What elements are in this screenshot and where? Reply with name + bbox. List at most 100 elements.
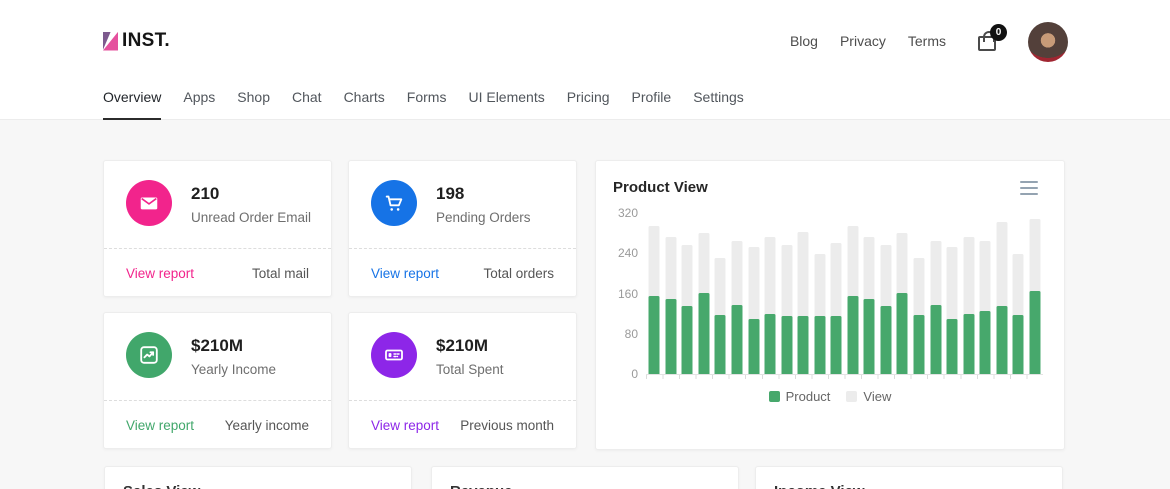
view-report-link[interactable]: View report — [126, 418, 194, 433]
nav-link-blog[interactable]: Blog — [790, 33, 818, 49]
bar-group — [795, 213, 812, 374]
stat-footer: View report Previous month — [371, 401, 554, 449]
bar-group — [1010, 213, 1027, 374]
product-bar — [1029, 290, 1041, 374]
bottom-card: Sales View — [104, 466, 412, 489]
bar-plot — [646, 213, 1043, 374]
tab-shop[interactable]: Shop — [237, 89, 270, 120]
view-report-link[interactable]: View report — [371, 266, 439, 281]
bar-group — [778, 213, 795, 374]
legend-swatch — [846, 391, 858, 402]
envelope-icon — [126, 180, 172, 226]
tab-bar: Overview Apps Shop Chat Charts Forms UI Elemen… — [103, 89, 744, 120]
view-report-link[interactable]: View report — [371, 418, 439, 433]
tab-overview[interactable]: Overview — [103, 89, 162, 120]
bar-group — [878, 213, 895, 374]
header-actions: Blog Privacy Terms 0 — [790, 22, 1068, 62]
tab-forms[interactable]: Forms — [407, 89, 447, 120]
dashboard-page: INST. Blog Privacy Terms 0 Overview Apps Sho… — [0, 0, 1170, 489]
product-bar — [979, 311, 991, 374]
product-bar — [814, 316, 826, 374]
y-axis-label: 160 — [617, 286, 638, 301]
stat-label: Unread Order Email — [191, 210, 312, 225]
bar-group — [894, 213, 911, 374]
bar-group — [828, 213, 845, 374]
product-bar — [1012, 315, 1024, 374]
stat-top: 210 Unread Order Email — [104, 161, 331, 248]
legend-item-view[interactable]: View — [846, 389, 891, 404]
bar-group — [679, 213, 696, 374]
product-bar — [648, 296, 660, 374]
hamburger-menu-icon[interactable] — [1020, 181, 1038, 195]
stat-card-pending-orders: 198 Pending Orders View report Total ord… — [348, 160, 577, 297]
product-bar — [946, 318, 958, 374]
bottom-card-title: Revenue — [450, 483, 513, 489]
stat-value: $210M — [191, 336, 243, 355]
bar-group — [1027, 213, 1044, 374]
tab-charts[interactable]: Charts — [344, 89, 385, 120]
stat-value: $210M — [436, 336, 488, 355]
cart-button[interactable]: 0 — [976, 24, 1007, 55]
bottom-card-title: Sales View — [123, 483, 200, 489]
brand-name: INST. — [122, 30, 170, 51]
tab-profile[interactable]: Profile — [632, 89, 672, 120]
bar-group — [944, 213, 961, 374]
header: INST. Blog Privacy Terms 0 Overview Apps Sho… — [0, 0, 1170, 120]
view-report-link[interactable]: View report — [126, 266, 194, 281]
bar-group — [696, 213, 713, 374]
bottom-card: Revenue — [431, 466, 739, 489]
user-avatar[interactable] — [1028, 22, 1068, 62]
stat-top: $210M Total Spent — [349, 313, 576, 400]
stat-footnote: Total mail — [251, 265, 309, 281]
brand-logo[interactable]: INST. — [103, 30, 170, 52]
stat-label: Total Spent — [436, 362, 504, 377]
trend-chart-icon — [126, 332, 172, 378]
cart-count-badge: 0 — [990, 24, 1007, 41]
nav-link-privacy[interactable]: Privacy — [840, 33, 886, 49]
tab-chat[interactable]: Chat — [292, 89, 322, 120]
y-axis-label: 320 — [617, 206, 638, 220]
product-bar — [764, 313, 776, 374]
cart-icon — [371, 180, 417, 226]
tab-settings[interactable]: Settings — [693, 89, 744, 120]
stat-label: Pending Orders — [436, 210, 531, 225]
legend-item-product[interactable]: Product — [768, 389, 831, 404]
product-bar — [665, 298, 677, 374]
product-bar — [731, 304, 743, 374]
x-axis — [646, 374, 1043, 379]
product-bar — [698, 292, 710, 374]
product-bar — [913, 314, 925, 374]
y-axis-label: 80 — [624, 326, 638, 341]
chart-title: Product View — [613, 179, 708, 196]
stat-footnote: Total orders — [483, 265, 554, 281]
bar-group — [762, 213, 779, 374]
product-bar — [963, 313, 975, 374]
nav-link-terms[interactable]: Terms — [908, 33, 946, 49]
product-bar — [748, 318, 760, 374]
product-bar — [781, 316, 793, 374]
bar-group — [729, 213, 746, 374]
bar-group — [845, 213, 862, 374]
tab-pricing[interactable]: Pricing — [567, 89, 610, 120]
bottom-card-title: Income View — [774, 483, 865, 489]
tab-apps[interactable]: Apps — [183, 89, 215, 120]
product-bar — [714, 314, 726, 374]
logo-icon — [103, 31, 118, 51]
bar-group — [911, 213, 928, 374]
bar-group — [927, 213, 944, 374]
product-bar — [896, 292, 908, 374]
tab-ui-elements[interactable]: UI Elements — [468, 89, 544, 120]
product-bar — [930, 304, 942, 374]
bottom-card: Income View — [755, 466, 1063, 489]
chart-legend: Product View — [596, 389, 1064, 404]
cheque-icon — [371, 332, 417, 378]
legend-label: Product — [785, 389, 831, 404]
stat-footnote: Previous month — [460, 417, 554, 433]
header-nav: Blog Privacy Terms — [790, 33, 968, 51]
stat-label: Yearly Income — [191, 362, 277, 377]
stat-top: 198 Pending Orders — [349, 161, 576, 248]
stat-footer: View report Total orders — [371, 249, 554, 297]
legend-swatch — [768, 391, 780, 402]
bar-group — [977, 213, 994, 374]
bar-group — [646, 213, 663, 374]
